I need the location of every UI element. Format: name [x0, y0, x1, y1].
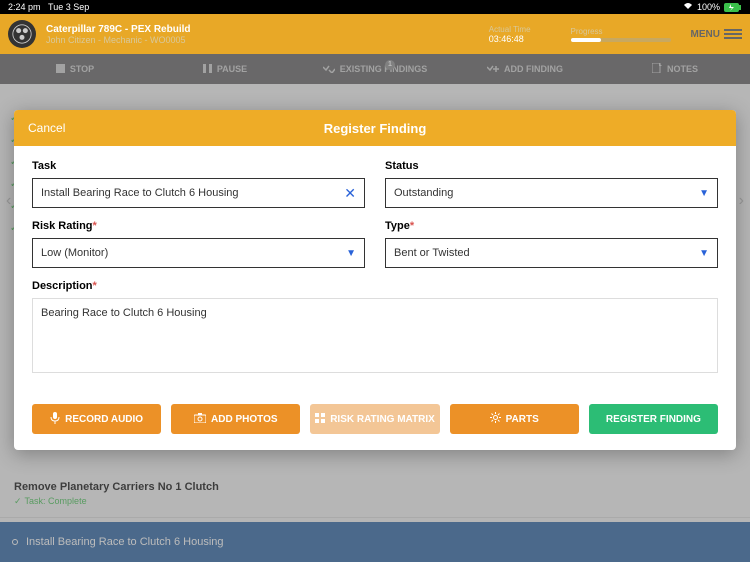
actual-time-label: Actual Time [489, 25, 531, 34]
modal-header: Cancel Register Finding [14, 110, 736, 146]
status-select[interactable]: Outstanding ▼ [385, 178, 718, 208]
risk-rating-select[interactable]: Low (Monitor) ▼ [32, 238, 365, 268]
type-label: Type* [385, 220, 718, 232]
battery-icon [724, 3, 742, 12]
menu-button[interactable]: MENU [691, 29, 742, 40]
status-right: 100% [683, 2, 742, 12]
chevron-down-icon: ▼ [699, 248, 709, 259]
parts-button[interactable]: PARTS [450, 404, 579, 434]
risk-matrix-button[interactable]: RISK RATING MATRIX [310, 404, 439, 434]
risk-rating-label: Risk Rating* [32, 220, 365, 232]
status-label: Status [385, 160, 718, 172]
app-header: Caterpillar 789C - PEX Rebuild John Citi… [0, 14, 750, 54]
task-label: Task [32, 160, 365, 172]
user-info: John Citizen - Mechanic - WO0005 [46, 35, 469, 45]
microphone-icon [50, 412, 60, 427]
gear-icon [490, 412, 501, 426]
grid-icon [315, 413, 325, 426]
work-order-title: Caterpillar 789C - PEX Rebuild [46, 24, 469, 35]
app-logo-icon [8, 20, 36, 48]
add-photos-button[interactable]: ADD PHOTOS [171, 404, 300, 434]
camera-icon [194, 413, 206, 426]
chevron-down-icon: ▼ [699, 188, 709, 199]
actual-time-value: 03:46:48 [489, 34, 531, 44]
register-finding-modal: Cancel Register Finding Task Install Bea… [14, 110, 736, 450]
clear-icon[interactable]: ✕ [344, 185, 356, 202]
status-bar: 2:24 pm Tue 3 Sep 100% [0, 0, 750, 14]
cancel-button[interactable]: Cancel [28, 121, 65, 135]
description-textarea[interactable] [32, 298, 718, 373]
type-select[interactable]: Bent or Twisted ▼ [385, 238, 718, 268]
register-finding-button[interactable]: REGISTER FINDING [589, 404, 718, 434]
progress-label: Progress [571, 27, 671, 36]
wifi-icon [683, 2, 693, 12]
hamburger-icon [724, 29, 742, 39]
task-input[interactable]: Install Bearing Race to Clutch 6 Housing… [32, 178, 365, 208]
description-label: Description* [32, 280, 718, 292]
chevron-down-icon: ▼ [346, 248, 356, 259]
progress-bar [571, 38, 671, 42]
modal-title: Register Finding [324, 121, 427, 136]
status-time: 2:24 pm Tue 3 Sep [8, 2, 89, 12]
battery-percent: 100% [697, 2, 720, 12]
record-audio-button[interactable]: RECORD AUDIO [32, 404, 161, 434]
